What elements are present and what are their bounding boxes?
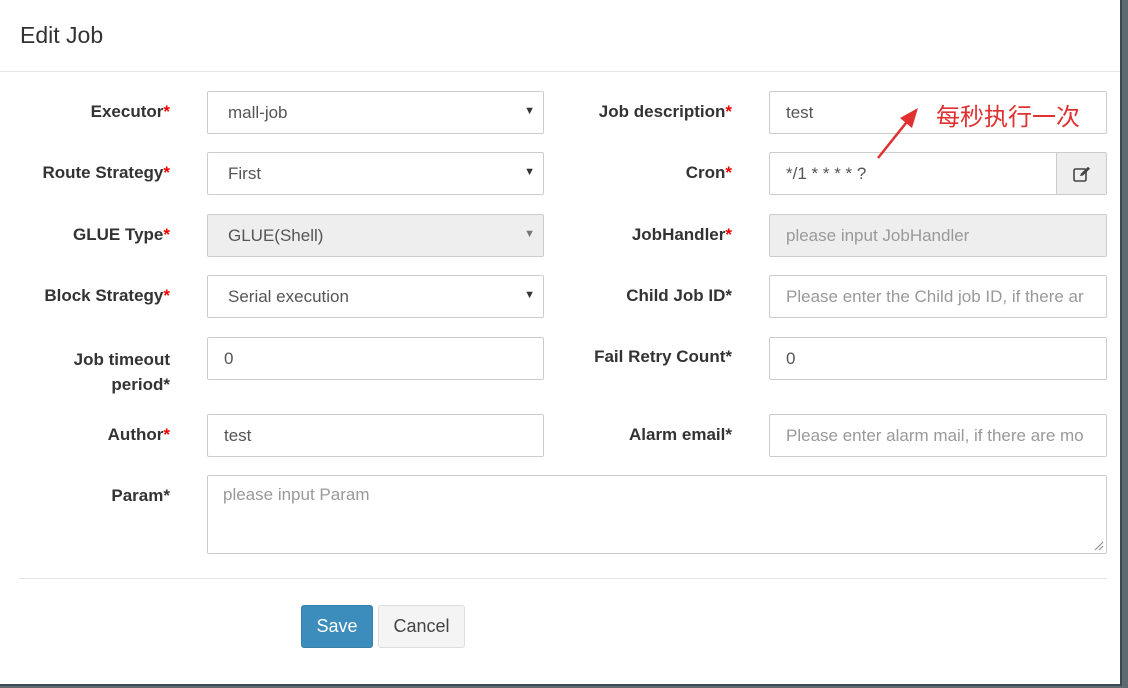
- glue-type-label: GLUE Type*: [20, 225, 170, 245]
- job-timeout-label-line2: period: [111, 375, 164, 394]
- resize-grip-icon[interactable]: [1094, 541, 1104, 551]
- required-mark: *: [725, 425, 732, 444]
- fail-retry-count-label: Fail Retry Count*: [560, 347, 732, 367]
- author-value: test: [224, 426, 252, 445]
- fail-retry-count-value: 0: [786, 349, 796, 368]
- alarm-email-label: Alarm email*: [580, 425, 732, 445]
- caret-down-icon: ▼: [524, 228, 535, 240]
- fail-retry-count-label-text: Fail Retry Count: [594, 347, 726, 366]
- author-label: Author*: [20, 425, 170, 445]
- executor-select[interactable]: mall-job ▼: [207, 91, 544, 134]
- child-job-id-label: Child Job ID*: [580, 286, 732, 306]
- route-strategy-value: First: [228, 164, 262, 183]
- executor-label: Executor*: [30, 102, 170, 122]
- required-mark: *: [725, 225, 732, 244]
- child-job-id-label-text: Child Job ID: [626, 286, 726, 305]
- required-mark: *: [725, 163, 732, 182]
- job-timeout-label-line1: Job timeout: [73, 350, 170, 369]
- param-label-text: Param: [111, 486, 164, 505]
- job-handler-label: JobHandler*: [580, 225, 732, 245]
- required-mark: *: [725, 347, 732, 366]
- caret-down-icon: ▼: [524, 166, 535, 178]
- job-handler-label-text: JobHandler: [631, 225, 726, 244]
- modal-title: Edit Job: [20, 22, 104, 48]
- fail-retry-count-input[interactable]: 0: [769, 337, 1107, 380]
- required-mark: *: [725, 102, 732, 121]
- edit-icon: [1072, 166, 1090, 182]
- route-strategy-select[interactable]: First ▼: [207, 152, 544, 195]
- alarm-email-input[interactable]: Please enter alarm mail, if there are mo: [769, 414, 1107, 457]
- block-strategy-select[interactable]: Serial execution ▼: [207, 275, 544, 318]
- required-mark: *: [163, 225, 170, 244]
- job-handler-placeholder: please input JobHandler: [786, 226, 970, 245]
- annotation-text: 每秒执行一次: [936, 103, 1080, 131]
- param-textarea[interactable]: please input Param: [207, 475, 1107, 554]
- job-timeout-input[interactable]: 0: [207, 337, 544, 380]
- alarm-email-label-text: Alarm email: [628, 425, 726, 444]
- glue-type-value: GLUE(Shell): [228, 226, 324, 245]
- job-description-label-text: Job description: [598, 102, 726, 121]
- required-mark: *: [163, 102, 170, 121]
- save-button[interactable]: Save: [301, 605, 373, 648]
- child-job-id-input[interactable]: Please enter the Child job ID, if there …: [769, 275, 1107, 318]
- cron-value: */1 * * * * ?: [786, 164, 867, 183]
- cron-label: Cron*: [600, 163, 732, 183]
- job-timeout-label: Job timeout period*: [20, 347, 170, 397]
- param-placeholder: please input Param: [223, 485, 370, 504]
- route-strategy-label-text: Route Strategy: [42, 163, 164, 182]
- glue-type-select[interactable]: GLUE(Shell) ▼: [207, 214, 544, 257]
- executor-label-text: Executor: [90, 102, 164, 121]
- cron-label-text: Cron: [685, 163, 726, 182]
- job-timeout-value: 0: [224, 349, 234, 368]
- cron-edit-button[interactable]: [1056, 152, 1107, 195]
- alarm-email-placeholder: Please enter alarm mail, if there are mo: [786, 426, 1084, 445]
- modal-header: Edit Job: [0, 0, 1120, 72]
- job-description-value: test: [786, 103, 814, 122]
- caret-down-icon: ▼: [524, 289, 535, 301]
- required-mark: *: [163, 163, 170, 182]
- block-strategy-label-text: Block Strategy: [44, 286, 164, 305]
- glue-type-label-text: GLUE Type: [73, 225, 164, 244]
- required-mark: *: [725, 286, 732, 305]
- author-label-text: Author: [107, 425, 164, 444]
- job-description-label: Job description*: [560, 102, 732, 122]
- route-strategy-label: Route Strategy*: [20, 163, 170, 183]
- caret-down-icon: ▼: [524, 105, 535, 117]
- author-input[interactable]: test: [207, 414, 544, 457]
- cancel-button[interactable]: Cancel: [378, 605, 465, 648]
- required-mark: *: [163, 375, 170, 394]
- block-strategy-label: Block Strategy*: [20, 286, 170, 306]
- required-mark: *: [163, 286, 170, 305]
- required-mark: *: [163, 486, 170, 505]
- block-strategy-value: Serial execution: [228, 287, 349, 306]
- param-label: Param*: [20, 486, 170, 506]
- child-job-id-placeholder: Please enter the Child job ID, if there …: [786, 287, 1084, 306]
- job-handler-input[interactable]: please input JobHandler: [769, 214, 1107, 257]
- footer-divider: [19, 578, 1107, 579]
- required-mark: *: [163, 425, 170, 444]
- executor-value: mall-job: [228, 103, 288, 122]
- annotation-arrow-icon: [877, 108, 918, 159]
